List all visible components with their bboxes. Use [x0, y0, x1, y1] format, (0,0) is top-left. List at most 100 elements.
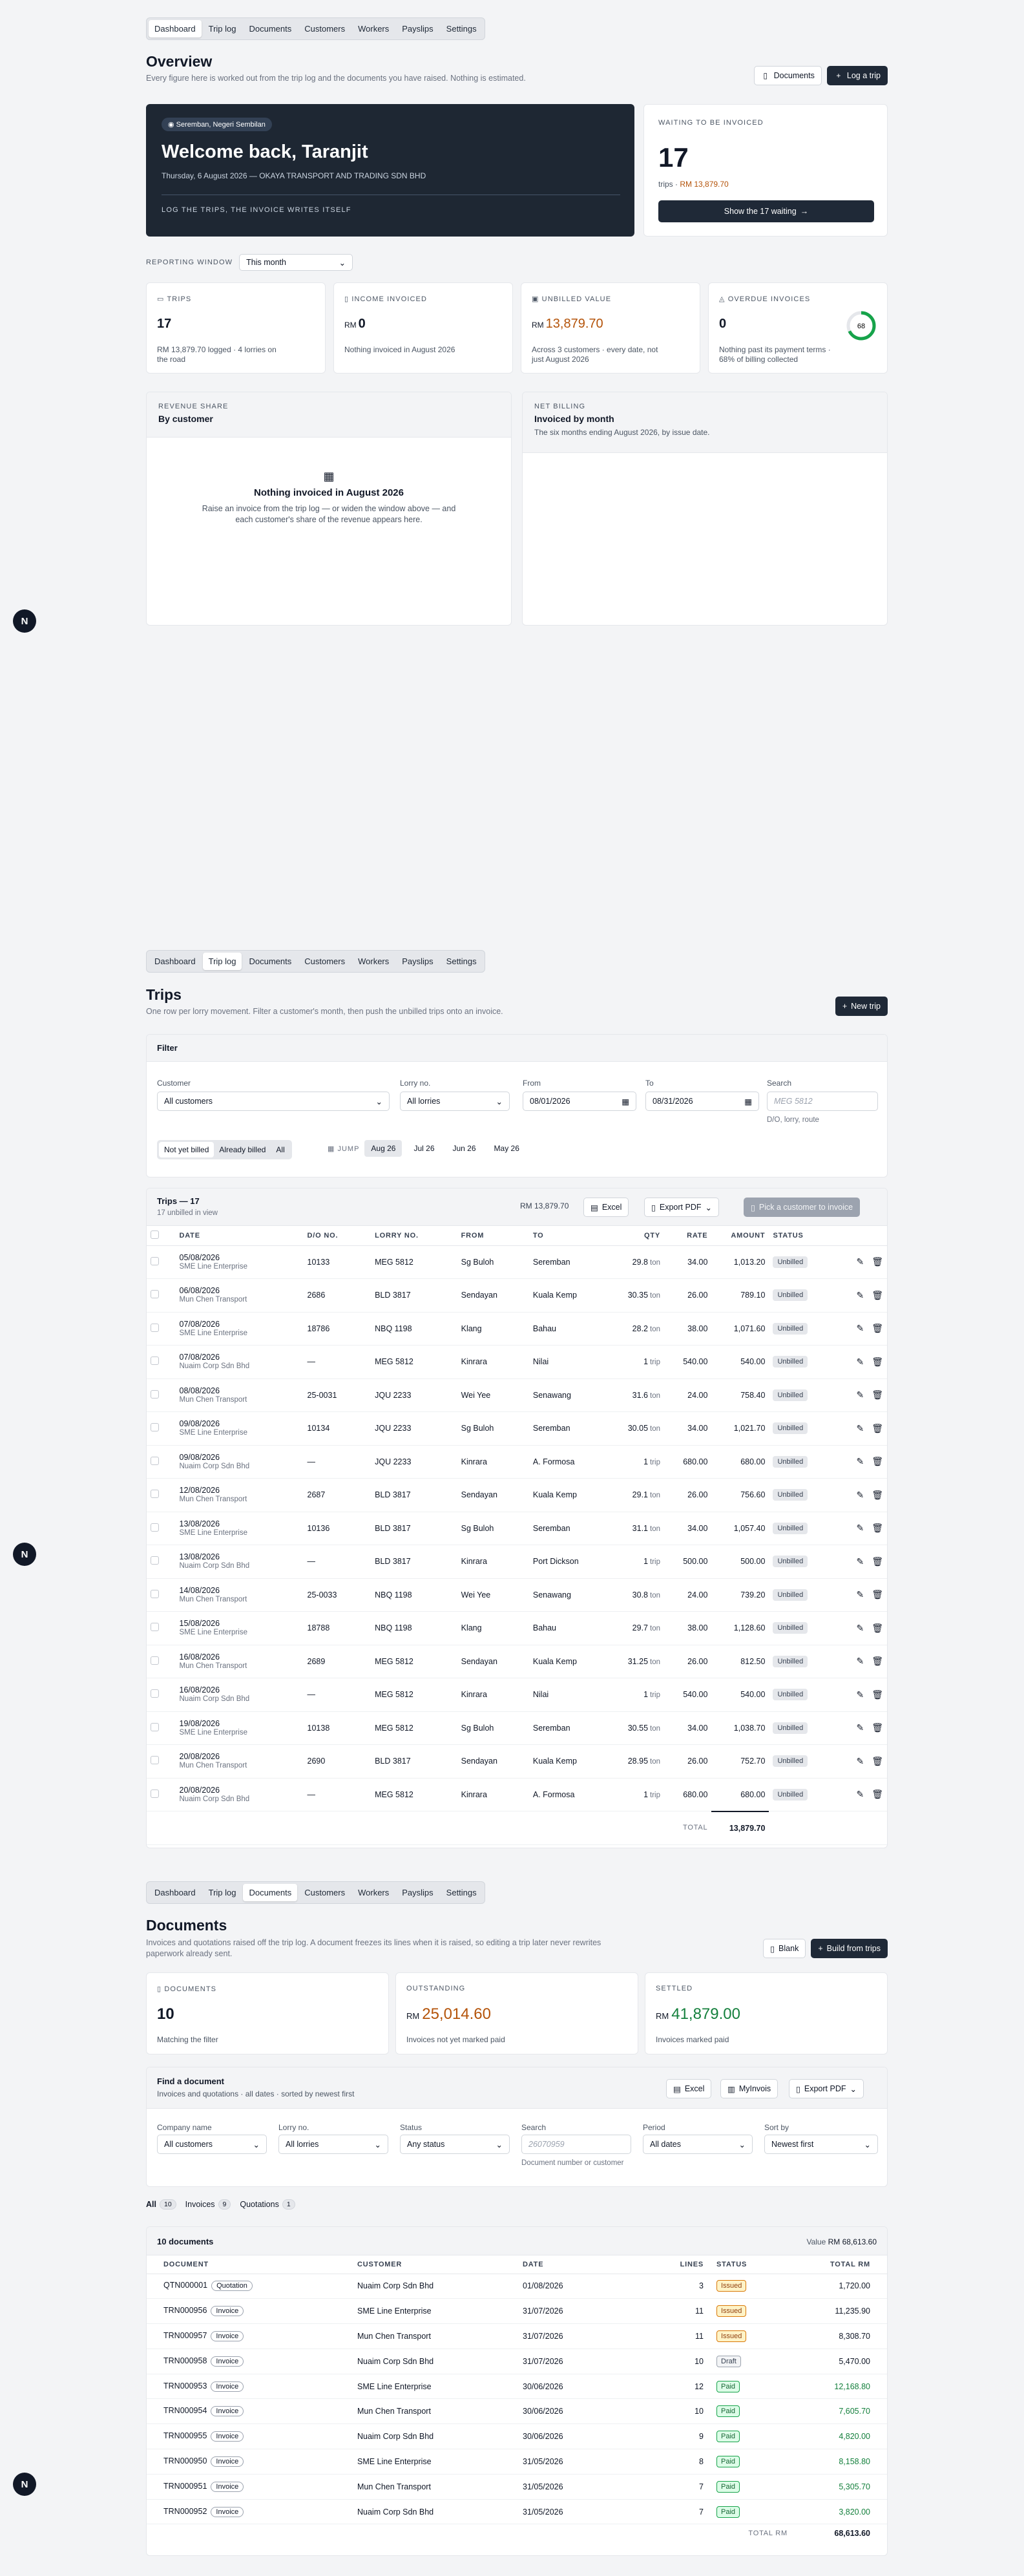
row-checkbox[interactable]	[151, 1722, 159, 1731]
nav-payslips[interactable]: Payslips	[396, 953, 439, 970]
row-checkbox[interactable]	[151, 1389, 159, 1399]
document-row[interactable]: TRN000956 Invoice SME Line Enterprise 31/07…	[147, 2298, 887, 2325]
row-checkbox[interactable]	[151, 1423, 159, 1432]
document-row[interactable]: TRN000950 Invoice SME Line Enterprise 31/05…	[147, 2449, 887, 2475]
edit-icon[interactable]: ✎	[856, 1689, 864, 1700]
nav-trip-log[interactable]: Trip log	[203, 20, 242, 37]
nav-documents[interactable]: Documents	[243, 953, 297, 970]
row-checkbox[interactable]	[151, 1589, 159, 1598]
month-chip[interactable]: Jun 26	[446, 1140, 483, 1157]
nav-workers[interactable]: Workers	[352, 953, 395, 970]
nav-settings[interactable]: Settings	[441, 1884, 483, 1901]
edit-icon[interactable]: ✎	[856, 1490, 864, 1500]
select-all-checkbox[interactable]	[151, 1230, 159, 1239]
trash-icon[interactable]: 🗑	[872, 1589, 883, 1599]
row-checkbox[interactable]	[151, 1490, 159, 1499]
lorry-filter-select[interactable]: All lorries ⌄	[400, 1092, 510, 1111]
trip-row[interactable]: 07/08/2026 Nuaim Corp Sdn Bhd — MEG 5812 Kin…	[147, 1345, 887, 1379]
nav-trip-log[interactable]: Trip log	[202, 953, 242, 970]
trash-icon[interactable]: 🗑	[872, 1789, 883, 1799]
trash-icon[interactable]: 🗑	[872, 1423, 883, 1433]
edit-icon[interactable]: ✎	[856, 1357, 864, 1367]
new-trip-button[interactable]: + New trip	[835, 997, 888, 1016]
edit-icon[interactable]: ✎	[856, 1290, 864, 1300]
edit-icon[interactable]: ✎	[856, 1789, 864, 1799]
document-row[interactable]: TRN000954 Invoice Mun Chen Transport 30/06/…	[147, 2398, 887, 2425]
edit-icon[interactable]: ✎	[856, 1556, 864, 1567]
trip-row[interactable]: 08/08/2026 Mun Chen Transport 25-0031 JQU 2…	[147, 1378, 887, 1412]
trip-search-input[interactable]: MEG 5812	[767, 1092, 878, 1111]
trash-icon[interactable]: 🗑	[872, 1256, 883, 1267]
doc-tab[interactable]: Quotations 1	[240, 2199, 295, 2210]
doc-tab[interactable]: Invoices 9	[185, 2199, 231, 2210]
trash-icon[interactable]: 🗑	[872, 1323, 883, 1333]
trash-icon[interactable]: 🗑	[872, 1290, 883, 1300]
edit-icon[interactable]: ✎	[856, 1756, 864, 1766]
trip-row[interactable]: 13/08/2026 SME Line Enterprise 10136 BLD 38…	[147, 1512, 887, 1545]
nav-workers[interactable]: Workers	[352, 1884, 395, 1901]
sort-select[interactable]: Newest first ⌄	[764, 2135, 878, 2154]
period-filter-select[interactable]: All dates ⌄	[643, 2135, 753, 2154]
documents-button[interactable]: ▯ Documents	[753, 66, 822, 85]
excel-button[interactable]: ▤ Excel	[583, 1198, 629, 1217]
row-checkbox[interactable]	[151, 1523, 159, 1532]
row-checkbox[interactable]	[151, 1556, 159, 1565]
from-date-input[interactable]: 08/01/2026 ▦	[523, 1092, 636, 1111]
nav-settings[interactable]: Settings	[441, 953, 483, 970]
row-checkbox[interactable]	[151, 1323, 159, 1332]
edit-icon[interactable]: ✎	[856, 1423, 864, 1433]
trash-icon[interactable]: 🗑	[872, 1490, 883, 1500]
month-chip[interactable]: May 26	[488, 1140, 526, 1157]
trash-icon[interactable]: 🗑	[872, 1689, 883, 1700]
nav-dashboard[interactable]: Dashboard	[149, 20, 202, 37]
trip-row[interactable]: 20/08/2026 Mun Chen Transport 2690 BLD 3817…	[147, 1744, 887, 1779]
trash-icon[interactable]: 🗑	[872, 1523, 883, 1533]
trip-row[interactable]: 09/08/2026 Nuaim Corp Sdn Bhd — JQU 2233 Kin…	[147, 1445, 887, 1479]
month-chip[interactable]: Aug 26	[364, 1140, 402, 1157]
edit-icon[interactable]: ✎	[856, 1389, 864, 1400]
blank-button[interactable]: ▯ Blank	[763, 1939, 806, 1958]
trip-row[interactable]: 13/08/2026 Nuaim Corp Sdn Bhd — BLD 3817 Kin…	[147, 1545, 887, 1579]
show-waiting-button[interactable]: Show the 17 waiting →	[658, 200, 874, 222]
nav-settings[interactable]: Settings	[441, 20, 483, 37]
edit-icon[interactable]: ✎	[856, 1656, 864, 1666]
nav-trip-log[interactable]: Trip log	[203, 1884, 242, 1901]
trip-row[interactable]: 07/08/2026 SME Line Enterprise 18786 NBQ 11…	[147, 1312, 887, 1346]
document-row[interactable]: TRN000952 Invoice Nuaim Corp Sdn Bhd 31/05/…	[147, 2499, 887, 2525]
nav-dashboard[interactable]: Dashboard	[149, 1884, 202, 1901]
trip-row[interactable]: 09/08/2026 SME Line Enterprise 10134 JQU 22…	[147, 1411, 887, 1446]
document-row[interactable]: TRN000953 Invoice SME Line Enterprise 30/06…	[147, 2374, 887, 2400]
trash-icon[interactable]: 🗑	[872, 1456, 883, 1466]
row-checkbox[interactable]	[151, 1256, 159, 1265]
nav-dashboard[interactable]: Dashboard	[149, 953, 202, 970]
row-checkbox[interactable]	[151, 1290, 159, 1299]
pick-customer-button[interactable]: ▯ Pick a customer to invoice	[744, 1198, 861, 1217]
trip-row[interactable]: 05/08/2026 SME Line Enterprise 10133 MEG 58…	[147, 1245, 887, 1279]
status-filter-select[interactable]: Any status ⌄	[400, 2135, 510, 2154]
side-badge[interactable]: N	[13, 1543, 36, 1566]
trip-row[interactable]: 16/08/2026 Mun Chen Transport 2689 MEG 5812…	[147, 1645, 887, 1678]
document-row[interactable]: TRN000951 Invoice Mun Chen Transport 31/05/…	[147, 2474, 887, 2500]
trip-row[interactable]: 12/08/2026 Mun Chen Transport 2687 BLD 3817…	[147, 1478, 887, 1512]
nav-workers[interactable]: Workers	[352, 20, 395, 37]
trip-row[interactable]: 06/08/2026 Mun Chen Transport 2686 BLD 3817…	[147, 1278, 887, 1313]
document-row[interactable]: QTN000001 Quotation Nuaim Corp Sdn Bhd 01/0…	[147, 2274, 887, 2299]
row-checkbox[interactable]	[151, 1656, 159, 1665]
seg-all[interactable]: All	[271, 1142, 289, 1157]
nav-customers[interactable]: Customers	[298, 953, 351, 970]
row-checkbox[interactable]	[151, 1756, 159, 1765]
trash-icon[interactable]: 🗑	[872, 1389, 883, 1400]
nav-customers[interactable]: Customers	[298, 1884, 351, 1901]
excel-button[interactable]: ▤ Excel	[666, 2079, 712, 2098]
document-row[interactable]: TRN000957 Invoice Mun Chen Transport 31/07/…	[147, 2323, 887, 2349]
edit-icon[interactable]: ✎	[856, 1623, 864, 1633]
seg-not-billed[interactable]: Not yet billed	[159, 1142, 214, 1157]
trash-icon[interactable]: 🗑	[872, 1756, 883, 1766]
edit-icon[interactable]: ✎	[856, 1256, 864, 1267]
edit-icon[interactable]: ✎	[856, 1589, 864, 1599]
row-checkbox[interactable]	[151, 1456, 159, 1465]
side-badge[interactable]: N	[13, 2473, 36, 2496]
build-from-trips-button[interactable]: + Build from trips	[811, 1939, 888, 1958]
document-row[interactable]: TRN000955 Invoice Nuaim Corp Sdn Bhd 30/06/…	[147, 2423, 887, 2450]
row-checkbox[interactable]	[151, 1789, 159, 1798]
